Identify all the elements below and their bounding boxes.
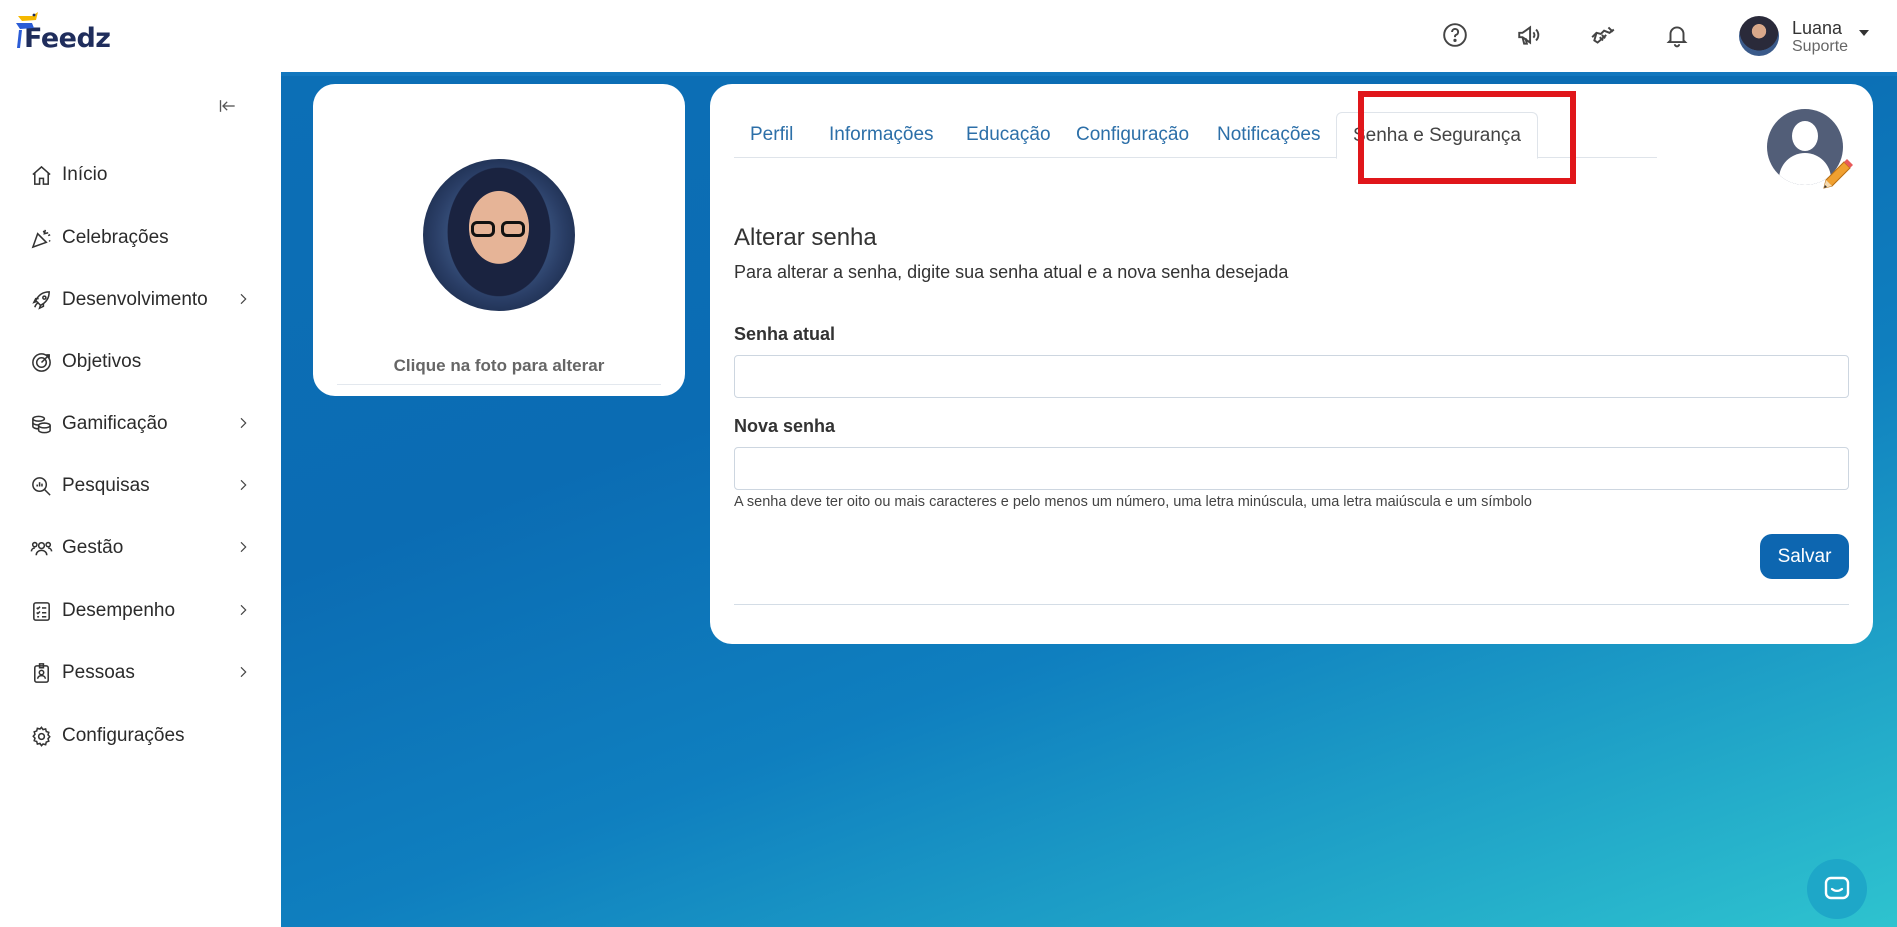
user-name[interactable]: Luana bbox=[1792, 18, 1842, 39]
rocket-icon bbox=[28, 287, 54, 313]
handshake-icon[interactable] bbox=[1588, 20, 1618, 50]
glasses-icon bbox=[471, 221, 527, 237]
sidebar-item-desenvolvimento[interactable]: Desenvolvimento bbox=[28, 283, 253, 317]
tab-senha-seguranca[interactable]: Senha e Segurança bbox=[1336, 112, 1538, 159]
divider bbox=[734, 604, 1849, 605]
chevron-right-icon bbox=[235, 602, 253, 620]
chevron-right-icon bbox=[235, 664, 253, 682]
pencil-icon[interactable] bbox=[1816, 154, 1856, 194]
settings-card: Perfil Informações Educação Configuração… bbox=[710, 84, 1873, 644]
current-password-label: Senha atual bbox=[734, 324, 836, 344]
chevron-down-icon[interactable] bbox=[1859, 30, 1869, 36]
sidebar: Início Celebrações Desenvolvimento Objet… bbox=[0, 72, 281, 927]
target-icon bbox=[28, 349, 54, 375]
tab-notificacoes[interactable]: Notificações bbox=[1201, 112, 1337, 158]
user-avatar[interactable] bbox=[1739, 16, 1779, 56]
sidebar-item-label: Desenvolvimento bbox=[62, 289, 208, 310]
bell-icon[interactable] bbox=[1662, 20, 1692, 50]
home-icon bbox=[28, 162, 54, 188]
chevron-right-icon bbox=[235, 539, 253, 557]
sidebar-item-label: Pessoas bbox=[62, 662, 135, 683]
sidebar-item-label: Gamificação bbox=[62, 413, 168, 434]
chevron-right-icon bbox=[235, 415, 253, 433]
tab-perfil[interactable]: Perfil bbox=[734, 112, 809, 158]
chat-icon bbox=[1824, 876, 1850, 900]
divider bbox=[337, 384, 661, 385]
megaphone-icon[interactable] bbox=[1514, 20, 1544, 50]
chevron-right-icon bbox=[235, 291, 253, 309]
checklist-icon bbox=[28, 598, 54, 624]
main-content: Clique na foto para alterar Perfil Infor… bbox=[281, 72, 1897, 927]
section-title: Alterar senha bbox=[734, 224, 877, 251]
logo-bird-icon bbox=[12, 12, 46, 54]
tab-educacao[interactable]: Educação bbox=[950, 112, 1067, 158]
current-password-input[interactable] bbox=[734, 355, 1849, 398]
tab-informacoes[interactable]: Informações bbox=[813, 112, 950, 158]
sidebar-item-pesquisas[interactable]: Pesquisas bbox=[28, 469, 253, 503]
chevron-right-icon bbox=[235, 477, 253, 495]
sidebar-item-desempenho[interactable]: Desempenho bbox=[28, 594, 253, 628]
photo-caption: Clique na foto para alterar bbox=[393, 356, 605, 375]
badge-icon bbox=[28, 660, 54, 686]
search-chart-icon bbox=[28, 473, 54, 499]
photo-card: Clique na foto para alterar bbox=[313, 84, 685, 396]
sidebar-item-celebracoes[interactable]: Celebrações bbox=[28, 221, 253, 255]
sidebar-item-gestao[interactable]: Gestão bbox=[28, 531, 253, 565]
sidebar-item-inicio[interactable]: Início bbox=[28, 158, 253, 192]
help-icon[interactable] bbox=[1440, 20, 1470, 50]
coins-icon bbox=[28, 411, 54, 437]
sidebar-item-label: Configurações bbox=[62, 725, 185, 746]
top-bar: Feedz Luana Suporte bbox=[0, 0, 1897, 72]
gear-icon bbox=[28, 723, 54, 749]
save-button[interactable]: Salvar bbox=[1760, 534, 1849, 579]
tab-configuracao[interactable]: Configuração bbox=[1060, 112, 1205, 158]
tab-bar: Perfil Informações Educação Configuração… bbox=[734, 112, 1657, 159]
party-icon bbox=[28, 225, 54, 251]
new-password-label: Nova senha bbox=[734, 416, 836, 436]
new-password-input[interactable] bbox=[734, 447, 1849, 490]
section-subtitle: Para alterar a senha, digite sua senha a… bbox=[734, 262, 1289, 282]
sidebar-item-label: Celebrações bbox=[62, 227, 169, 248]
people-icon bbox=[28, 535, 54, 561]
collapse-sidebar-icon[interactable] bbox=[218, 96, 240, 118]
sidebar-item-label: Pesquisas bbox=[62, 475, 150, 496]
sidebar-item-label: Desempenho bbox=[62, 600, 176, 621]
password-hint: A senha deve ter oito ou mais caracteres… bbox=[734, 494, 1532, 510]
sidebar-item-gamificacao[interactable]: Gamificação bbox=[28, 407, 253, 441]
sidebar-item-objetivos[interactable]: Objetivos bbox=[28, 345, 253, 379]
sidebar-item-label: Gestão bbox=[62, 537, 124, 558]
sidebar-item-label: Início bbox=[62, 164, 108, 185]
profile-photo[interactable] bbox=[423, 159, 575, 311]
sidebar-item-configuracoes[interactable]: Configurações bbox=[28, 719, 253, 753]
sidebar-item-pessoas[interactable]: Pessoas bbox=[28, 656, 253, 690]
user-role: Suporte bbox=[1792, 38, 1849, 55]
sidebar-item-label: Objetivos bbox=[62, 351, 142, 372]
chat-button[interactable] bbox=[1807, 859, 1867, 919]
feedz-logo[interactable]: Feedz bbox=[12, 12, 111, 54]
